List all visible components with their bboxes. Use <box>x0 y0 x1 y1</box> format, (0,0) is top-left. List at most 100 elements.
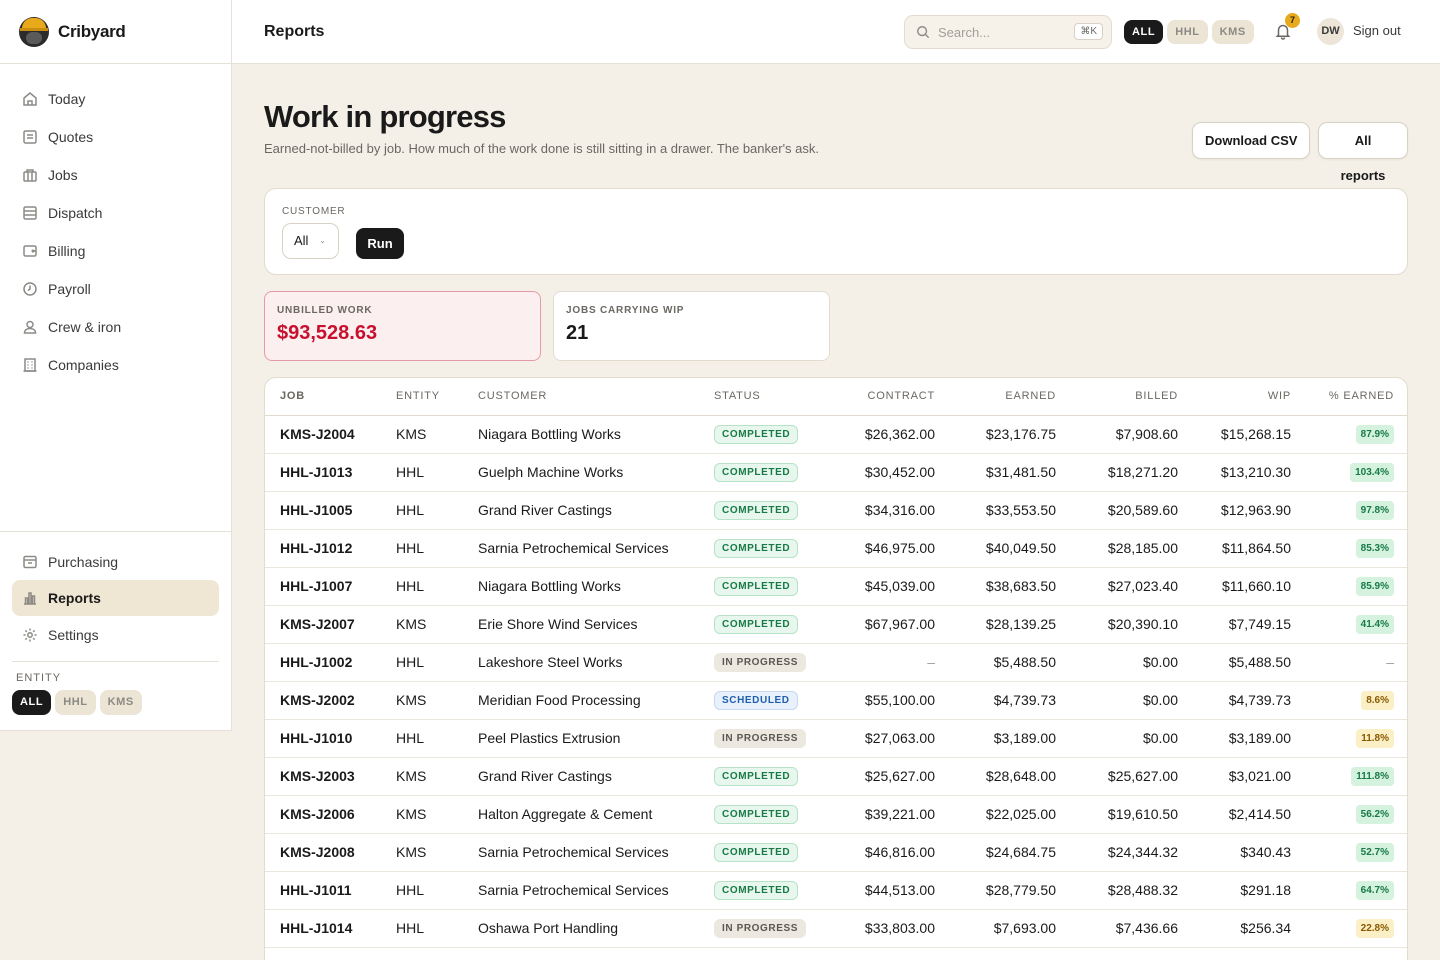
wip-cell: $12,963.90 <box>1178 491 1291 530</box>
table-row[interactable]: HHL-J1011 HHL Sarnia Petrochemical Service… <box>265 871 1407 910</box>
job-id-cell[interactable]: KMS-J2006 <box>265 795 396 834</box>
status-cell: IN PROGRESS <box>714 909 814 948</box>
sidebar-item-companies[interactable]: Companies <box>0 346 231 384</box>
avatar[interactable]: DW <box>1317 18 1344 45</box>
run-button[interactable]: Run <box>356 228 404 259</box>
job-id-cell[interactable]: KMS-J2008 <box>265 833 396 872</box>
column-header-billed[interactable]: BILLED <box>1056 378 1178 416</box>
sidebar-item-dispatch[interactable]: Dispatch <box>0 194 231 232</box>
sidebar-item-crew-iron[interactable]: Crew & iron <box>0 308 231 346</box>
column-header-pct-earned[interactable]: % EARNED <box>1291 378 1407 416</box>
job-id-cell[interactable]: KMS-J2003 <box>265 757 396 796</box>
job-id-cell[interactable]: KMS-J2007 <box>265 605 396 644</box>
sidebar-item-billing[interactable]: Billing <box>0 232 231 270</box>
column-header-job[interactable]: JOB <box>265 378 396 416</box>
table-row[interactable]: KMS-J2007 KMS Erie Shore Wind Services COMP… <box>265 605 1407 644</box>
entity-chip-hhl[interactable]: HHL <box>55 690 96 715</box>
job-id-cell[interactable]: HHL-J1014 <box>265 909 396 948</box>
pct-earned-cell: 64.7% <box>1291 871 1407 910</box>
entity-label: ENTITY <box>16 672 62 684</box>
column-header-status[interactable]: STATUS <box>714 378 814 416</box>
billed-cell: $28,185.00 <box>1056 529 1178 568</box>
status-badge: IN PROGRESS <box>714 919 807 938</box>
contract-cell: $33,803.00 <box>814 909 935 948</box>
pct-earned-badge: 52.7% <box>1355 843 1394 862</box>
job-id-cell[interactable]: KMS-J2002 <box>265 681 396 720</box>
wip-cell: $7,749.15 <box>1178 605 1291 644</box>
table-row[interactable]: HHL-J1013 HHL Guelph Machine Works COMPLETE… <box>265 453 1407 492</box>
sidebar-item-purchasing[interactable]: Purchasing <box>0 543 231 580</box>
table-row[interactable]: HHL-J1014 HHL Oshawa Port Handling IN PROGR… <box>265 909 1407 948</box>
page-title: Work in progress <box>264 99 506 134</box>
customer-cell: Sarnia Petrochemical Services <box>478 833 714 872</box>
customer-select[interactable]: All ⌄ <box>282 223 339 259</box>
job-id-cell[interactable]: HHL-J1011 <box>265 871 396 910</box>
entity-chip-kms[interactable]: KMS <box>99 690 142 715</box>
sidebar-item-today[interactable]: Today <box>0 80 231 118</box>
job-id-cell[interactable]: KMS-J2004 <box>265 415 396 454</box>
table-row[interactable]: HHL-J1012 HHL Sarnia Petrochemical Service… <box>265 529 1407 568</box>
all-reports-button[interactable]: All reports <box>1318 122 1408 183</box>
status-badge: COMPLETED <box>714 463 799 482</box>
job-id-cell[interactable]: HHL-J1013 <box>265 453 396 492</box>
column-header-entity[interactable]: ENTITY <box>396 378 478 416</box>
top-entity-chip-all[interactable]: ALL <box>1124 20 1164 44</box>
status-cell: COMPLETED <box>714 871 814 910</box>
table-row[interactable]: HHL-J1005 HHL Grand River Castings COMPLETE… <box>265 491 1407 530</box>
customer-cell: Guelph Machine Works <box>478 453 714 492</box>
job-id-cell[interactable]: HHL-J1007 <box>265 567 396 606</box>
top-entity-chip-hhl[interactable]: HHL <box>1167 20 1208 44</box>
sidebar-item-settings[interactable]: Settings <box>0 616 231 653</box>
billed-cell: $24,344.32 <box>1056 833 1178 872</box>
contract-cell: $55,100.00 <box>814 681 935 720</box>
pct-earned-cell: 97.8% <box>1291 491 1407 530</box>
contract-cell: $26,362.00 <box>814 415 935 454</box>
column-header-contract[interactable]: CONTRACT <box>814 378 935 416</box>
table-row[interactable]: HHL-J1002 HHL Lakeshore Steel Works IN PROG… <box>265 643 1407 682</box>
wip-cell: $15,268.15 <box>1178 415 1291 454</box>
status-cell: COMPLETED <box>714 605 814 644</box>
sidebar-item-jobs[interactable]: Jobs <box>0 156 231 194</box>
sidebar-item-label: Today <box>48 91 86 107</box>
contract-cell: $67,967.00 <box>814 605 935 644</box>
column-header-earned[interactable]: EARNED <box>935 378 1056 416</box>
brand[interactable]: Cribyard <box>0 0 231 64</box>
status-badge: COMPLETED <box>714 615 799 634</box>
table-row[interactable]: HHL-J1007 HHL Niagara Bottling Works COMPLE… <box>265 567 1407 606</box>
table-row[interactable]: HHL-J1010 HHL Peel Plastics Extrusion IN PR… <box>265 719 1407 758</box>
top-entity-chip-kms[interactable]: KMS <box>1211 20 1254 44</box>
customer-cell: Oshawa Port Handling <box>478 909 714 948</box>
table-row[interactable]: KMS-J2003 KMS Grand River Castings COMPLETE… <box>265 757 1407 796</box>
column-header-customer[interactable]: CUSTOMER <box>478 378 714 416</box>
download-csv-button[interactable]: Download CSV <box>1192 122 1311 159</box>
user-icon <box>23 320 37 334</box>
job-id-cell[interactable]: HHL-J1005 <box>265 491 396 530</box>
column-header-wip[interactable]: WIP <box>1178 378 1291 416</box>
search-shortcut: ⌘K <box>1074 23 1103 40</box>
contract-cell: $30,452.00 <box>814 453 935 492</box>
status-badge: IN PROGRESS <box>714 729 807 748</box>
sidebar-item-label: Companies <box>48 357 119 373</box>
table-row[interactable]: KMS-J2002 KMS Meridian Food Processing SCHE… <box>265 681 1407 720</box>
job-id-cell[interactable]: HHL-J1010 <box>265 719 396 758</box>
job-id-cell[interactable]: HHL-J1002 <box>265 643 396 682</box>
table-row[interactable]: KMS-J2008 KMS Sarnia Petrochemical Service… <box>265 833 1407 872</box>
sidebar-item-reports[interactable]: Reports <box>12 580 219 616</box>
entity-chip-all[interactable]: ALL <box>12 690 52 715</box>
sidebar: Cribyard Today Quotes Jobs Dispatch Bill… <box>0 0 232 731</box>
table-row[interactable]: KMS-J2004 KMS Niagara Bottling Works COMPLE… <box>265 415 1407 454</box>
status-badge: COMPLETED <box>714 577 799 596</box>
billed-cell: $18,271.20 <box>1056 453 1178 492</box>
earned-cell: $7,693.00 <box>935 909 1056 948</box>
search-input[interactable]: Search... ⌘K <box>904 15 1112 49</box>
table-row[interactable]: KMS-J2006 KMS Halton Aggregate & Cement COM… <box>265 795 1407 834</box>
contract-cell: $39,221.00 <box>814 795 935 834</box>
entity-cell: HHL <box>396 529 478 568</box>
sidebar-item-payroll[interactable]: Payroll <box>0 270 231 308</box>
wip-cell: $2,414.50 <box>1178 795 1291 834</box>
sidebar-item-quotes[interactable]: Quotes <box>0 118 231 156</box>
status-cell: COMPLETED <box>714 567 814 606</box>
sidebar-item-label: Crew & iron <box>48 319 122 335</box>
job-id-cell[interactable]: HHL-J1012 <box>265 529 396 568</box>
sign-out-link[interactable]: Sign out <box>1353 23 1401 38</box>
